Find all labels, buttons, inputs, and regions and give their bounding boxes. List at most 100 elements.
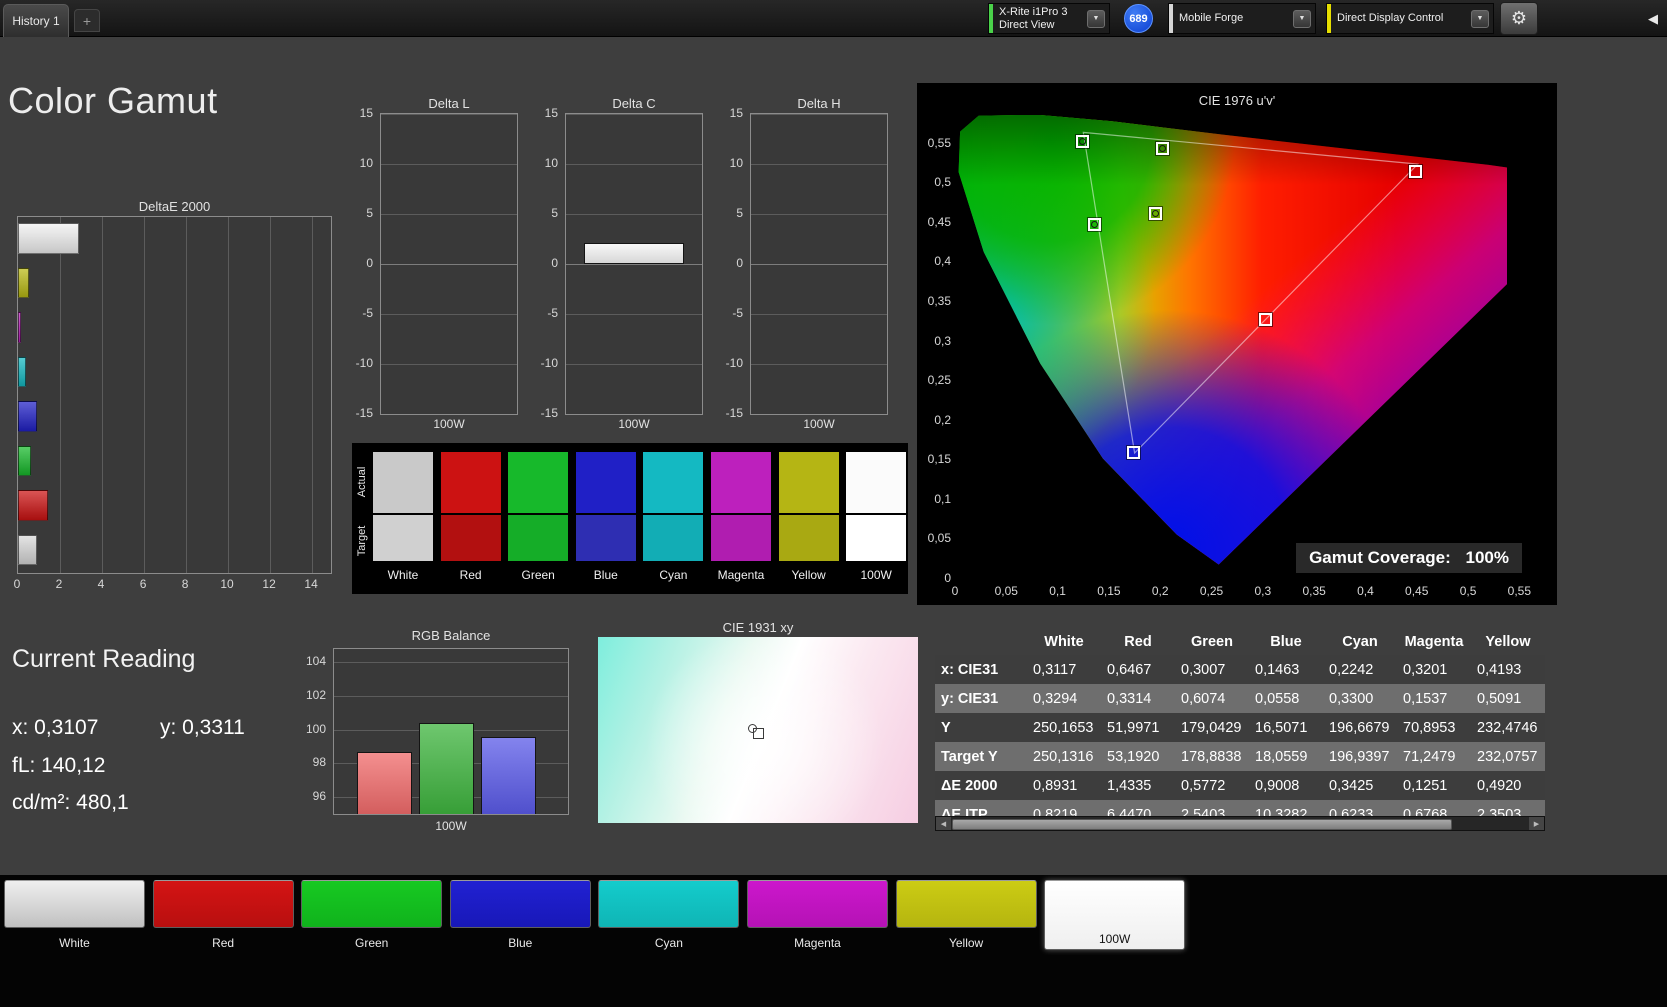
swatch-label: Magenta	[717, 568, 765, 582]
x-tick-label: 6	[139, 577, 147, 591]
display-control-dropdown[interactable]: Direct Display Control ▼	[1326, 3, 1494, 34]
table-cell: 0,8219	[1033, 806, 1078, 817]
x-tick-label: 2	[55, 577, 63, 591]
rgb-balance-chart	[333, 648, 569, 815]
scroll-right-arrow-icon[interactable]: ▶	[1529, 817, 1544, 830]
chevron-down-icon[interactable]: ▼	[1471, 9, 1489, 28]
chevron-down-icon[interactable]: ▼	[1087, 9, 1105, 28]
pattern-button-label: Red	[212, 936, 235, 950]
gridline	[228, 217, 230, 573]
source-label: Mobile Forge	[1179, 12, 1244, 24]
table-cell: 71,2479	[1403, 748, 1456, 765]
gridline	[751, 264, 887, 265]
table-cell: 0,1537	[1403, 690, 1448, 707]
gridline	[751, 214, 887, 215]
delta-c-y-axis: 15 10 5 0 -5 -10 -15	[530, 106, 562, 420]
table-cell: 196,6679	[1329, 719, 1390, 736]
deltae-bar-yellow	[18, 267, 29, 298]
gridline	[566, 364, 702, 365]
pattern-swatch	[747, 880, 888, 928]
collapse-panel-button[interactable]: ◀	[1641, 2, 1665, 35]
row-label: x: CIE31	[941, 661, 999, 678]
y-tick-label: 100	[305, 721, 326, 736]
source-dropdown[interactable]: Mobile Forge ▼	[1168, 3, 1316, 34]
marker-inner-circle	[1078, 137, 1086, 145]
delta-c-chart-title: Delta C	[612, 96, 656, 111]
scrollbar-thumb[interactable]	[952, 819, 1452, 830]
swatch-column-white: White	[372, 451, 434, 582]
table-cell: 179,0429	[1181, 719, 1242, 736]
delta-h-y-axis: 15 10 5 0 -5 -10 -15	[715, 106, 747, 420]
y-tick-label: 0	[366, 256, 373, 270]
actual-target-swatch-panel: Actual Target White Red Green Blue Cyan Magenta…	[352, 443, 908, 594]
pattern-button-blue[interactable]: Blue	[449, 880, 591, 950]
table-cell: 1,4335	[1107, 777, 1152, 794]
settings-button[interactable]: ⚙	[1500, 2, 1538, 35]
table-cell: 0,4920	[1477, 777, 1522, 794]
cie-x-tick-label: 0,4	[1357, 584, 1374, 598]
pattern-button-cyan[interactable]: Cyan	[598, 880, 740, 950]
table-cell: 0,3294	[1033, 690, 1078, 707]
y-tick-label: 15	[359, 106, 373, 120]
y-tick-label: -15	[355, 406, 373, 420]
deltae-bar-blue	[18, 401, 37, 432]
gridline	[381, 414, 517, 415]
table-cell: 0,4193	[1477, 661, 1522, 678]
cie1931-chart-title: CIE 1931 xy	[722, 620, 794, 635]
pattern-swatch	[152, 880, 294, 928]
table-cell: 250,1316	[1033, 748, 1094, 765]
pattern-button-red[interactable]: Red	[152, 880, 294, 950]
history-tab-label: History 1	[12, 14, 60, 28]
add-tab-button[interactable]: +	[74, 9, 100, 32]
pattern-button-green[interactable]: Green	[301, 880, 443, 950]
table-cell: 232,0757	[1477, 748, 1538, 765]
cie-marker-magenta	[1259, 313, 1273, 327]
pattern-button-yellow[interactable]: Yellow	[895, 880, 1037, 950]
deltae-bar-100w	[18, 223, 79, 254]
pattern-button-label: Magenta	[794, 936, 841, 950]
tab-history-1[interactable]: History 1	[3, 4, 69, 37]
deltae-bar-green	[18, 445, 31, 476]
cie1976-chart	[955, 115, 1507, 578]
gridline	[312, 217, 314, 573]
pattern-button-label: Yellow	[948, 936, 984, 950]
y-tick-label: 96	[312, 789, 326, 804]
delta-c-chart	[565, 113, 703, 415]
table-cell: 0,3117	[1033, 661, 1077, 678]
pattern-button-100w[interactable]: 100W	[1044, 880, 1186, 950]
meter-dropdown[interactable]: X-Rite i1Pro 3 Direct View ▼	[988, 3, 1110, 34]
cie-marker-cyan	[1088, 217, 1102, 231]
column-header-magenta: Magenta	[1404, 633, 1464, 650]
table-cell: 0,5091	[1477, 690, 1522, 707]
gamut-coverage-readout: Gamut Coverage: 100%	[1296, 543, 1522, 573]
table-cell: 6,4470	[1107, 806, 1152, 817]
delta-l-chart	[380, 113, 518, 415]
swatch-label: White	[387, 568, 419, 582]
gridline	[566, 414, 702, 415]
swatch-column-red: Red	[439, 451, 502, 582]
chevron-down-icon[interactable]: ▼	[1293, 9, 1311, 28]
target-swatch	[642, 514, 705, 562]
results-table: White Red Green Blue Cyan Magenta Yellow x: CIE…	[935, 628, 1545, 816]
swatch-label: Red	[459, 568, 482, 582]
y-tick-label: 15	[729, 106, 743, 120]
cie-x-tick-label: 0,05	[994, 584, 1018, 598]
column-header-green: Green	[1191, 633, 1233, 650]
y-tick-label: -15	[540, 406, 558, 420]
table-horizontal-scrollbar[interactable]: ◀ ▶	[935, 816, 1545, 831]
table-cell: 0,0558	[1255, 690, 1300, 707]
table-cell: 178,8838	[1181, 748, 1242, 765]
pattern-button-white[interactable]: White	[4, 880, 145, 950]
table-cell: 0,1251	[1403, 777, 1448, 794]
badge-count-label: 689	[1129, 12, 1148, 25]
pattern-button-magenta[interactable]: Magenta	[747, 880, 888, 950]
deltae2000-x-axis: 0 2 4 6 8 10 12 14	[14, 577, 332, 591]
scroll-left-arrow-icon[interactable]: ◀	[936, 817, 951, 830]
swatch-label: Cyan	[659, 568, 688, 582]
y-tick-label: -10	[355, 356, 373, 370]
rgb-bar-blue	[481, 736, 536, 814]
bottom-bar: WhiteRedGreenBlueCyanMagentaYellow100W ▲…	[0, 875, 1667, 1007]
table-cell: 0,3007	[1181, 661, 1226, 678]
target-swatch	[710, 514, 772, 562]
cie1976-chart-title: CIE 1976 u'v'	[1198, 93, 1276, 108]
